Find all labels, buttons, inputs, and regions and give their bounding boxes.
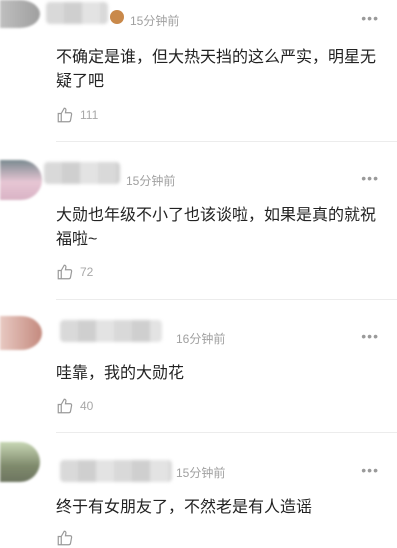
like-count: 40: [80, 399, 94, 413]
comment-item: 16分钟前 ••• 哇靠，我的大勋花 40: [0, 300, 397, 433]
username[interactable]: [44, 162, 120, 184]
like-count: 111: [80, 108, 99, 122]
more-options-icon[interactable]: •••: [361, 10, 379, 26]
comment-text: 终于有女朋友了，不然老是有人造谣: [56, 499, 313, 516]
avatar[interactable]: [0, 0, 40, 28]
comment-time: 15分钟前: [126, 174, 176, 188]
comment-text: 不确定是谁，但大热天挡的这么严实，明星无疑了吧: [56, 49, 377, 90]
avatar[interactable]: [0, 316, 42, 350]
comment-text: 大勋也年级不小了也该谈啦，如果是真的就祝福啦~: [56, 207, 377, 248]
avatar[interactable]: [0, 442, 40, 482]
comment-item: 15分钟前 ••• 不确定是谁，但大热天挡的这么严实，明星无疑了吧 111: [0, 0, 397, 142]
username[interactable]: [60, 320, 162, 342]
divider: [56, 432, 397, 433]
thumbs-up-icon: [57, 530, 73, 546]
like-count: 72: [80, 265, 94, 279]
comment-item: 15分钟前 ••• 大勋也年级不小了也该谈啦，如果是真的就祝福啦~ 72: [0, 142, 397, 300]
like-button[interactable]: [56, 528, 80, 548]
like-button[interactable]: 111: [56, 105, 98, 125]
badge-icon: [110, 10, 124, 24]
thumbs-up-icon: [57, 398, 73, 414]
username[interactable]: [46, 2, 108, 24]
avatar[interactable]: [0, 160, 42, 200]
comment-item: 15分钟前 ••• 终于有女朋友了，不然老是有人造谣: [0, 440, 397, 546]
username[interactable]: [60, 460, 172, 482]
more-options-icon[interactable]: •••: [361, 462, 379, 478]
more-options-icon[interactable]: •••: [361, 328, 379, 344]
thumbs-up-icon: [57, 107, 73, 123]
more-options-icon[interactable]: •••: [361, 170, 379, 186]
comment-time: 16分钟前: [176, 332, 226, 346]
comment-text: 哇靠，我的大勋花: [56, 365, 185, 382]
like-button[interactable]: 72: [56, 262, 93, 282]
thumbs-up-icon: [57, 264, 73, 280]
like-button[interactable]: 40: [56, 396, 93, 416]
comment-time: 15分钟前: [176, 466, 226, 480]
comment-time: 15分钟前: [130, 14, 180, 28]
